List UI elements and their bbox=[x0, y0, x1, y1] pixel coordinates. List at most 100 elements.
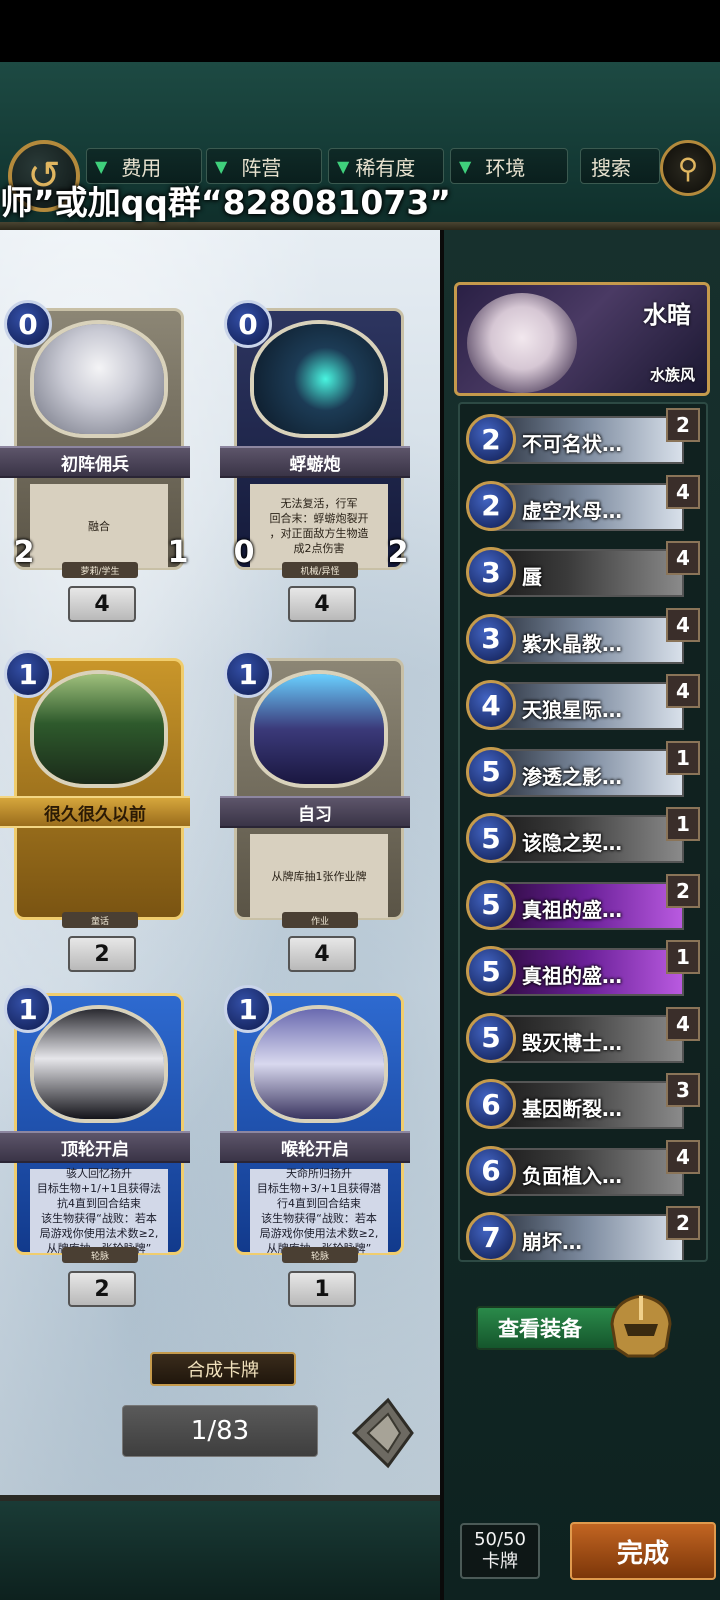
craft-card-label: 合成卡牌 bbox=[187, 1360, 259, 1381]
deck-item-cost: 6 bbox=[466, 1145, 516, 1196]
card-name: 很久很久以前 bbox=[0, 796, 190, 828]
deck-list-item[interactable]: 4 天狼星际… 4 bbox=[466, 674, 700, 732]
deck-count-value: 50/50 bbox=[474, 1529, 526, 1550]
view-equipment-label: 查看装备 bbox=[498, 1317, 582, 1341]
page-indicator-text: 1/83 bbox=[190, 1416, 250, 1446]
card-owned-count: 2 bbox=[68, 936, 136, 972]
card-cost: 1 bbox=[224, 985, 272, 1033]
deck-item-name: 真祖的盛… bbox=[522, 964, 622, 988]
deck-item-cost: 5 bbox=[466, 1012, 516, 1063]
done-button[interactable]: 完成 bbox=[570, 1522, 716, 1580]
deck-item-count: 2 bbox=[666, 408, 700, 442]
deck-list-item[interactable]: 6 基因断裂… 3 bbox=[466, 1073, 700, 1131]
card-health: 1 bbox=[167, 534, 189, 570]
deck-list-item[interactable]: 5 真祖的盛… 1 bbox=[466, 940, 700, 998]
card-art bbox=[250, 1005, 388, 1123]
deck-item-count: 1 bbox=[666, 740, 700, 775]
done-label: 完成 bbox=[616, 1538, 669, 1569]
deck-list-item[interactable]: 3蜃 4 bbox=[466, 541, 700, 599]
deck-item-cost: 5 bbox=[466, 879, 516, 930]
card-cost: 1 bbox=[4, 985, 52, 1033]
craft-card-button[interactable]: 合成卡牌 bbox=[150, 1352, 296, 1386]
deck-item-name: 虚空水母… bbox=[522, 498, 622, 523]
deck-item-count: 4 bbox=[666, 541, 700, 575]
deck-item-art-strip bbox=[488, 549, 684, 597]
deck-list-item[interactable]: 2 虚空水母… 4 bbox=[466, 474, 700, 533]
card-attack: 0 bbox=[233, 534, 255, 570]
dropdown-triangle-icon: ▼ bbox=[215, 156, 228, 176]
deck-list-item[interactable]: 6 负面植入… 4 bbox=[466, 1139, 700, 1198]
card-description: 天命所归扬升 目标生物+3/+1且获得潜 行4直到回合结束 该生物获得“战败：若… bbox=[250, 1167, 388, 1255]
card-art bbox=[30, 1005, 168, 1123]
card-art bbox=[250, 320, 388, 438]
card-description: 无法复活，行军 回合末：蜉蝣炮裂开 ，对正面敌方生物造 成2点伤害 bbox=[250, 484, 388, 568]
page-indicator: 1/83 bbox=[122, 1405, 318, 1457]
deck-list-item[interactable]: 5 渗透之影… 1 bbox=[466, 740, 700, 799]
scrolling-notice-text: 师”或加qq群“828081073” bbox=[0, 183, 451, 222]
filter-environment-button[interactable]: ▼ 环境 bbox=[450, 148, 568, 184]
deck-item-count: 2 bbox=[666, 1206, 700, 1240]
card-description: 从牌库抽1张作业牌 bbox=[250, 834, 388, 918]
card-name: 自习 bbox=[220, 796, 410, 828]
card-tribe-tag: 萝莉/学生 bbox=[62, 562, 138, 578]
collection-card[interactable]: 顶轮开启 骇人回忆扬升 目标生物+1/+1且获得法 抗4直到回合结束 该生物获得“… bbox=[0, 985, 190, 1307]
card-name: 蜉蝣炮 bbox=[220, 446, 410, 478]
deck-item-cost: 2 bbox=[466, 414, 516, 464]
card-cost: 0 bbox=[4, 300, 52, 348]
deck-item-count: 4 bbox=[666, 1006, 700, 1041]
card-tribe-tag: 轮脉 bbox=[62, 1247, 138, 1263]
deck-list-item[interactable]: 2 不可名状… 2 bbox=[466, 408, 700, 466]
deck-item-count: 4 bbox=[666, 674, 700, 708]
deck-card-list[interactable]: 2 不可名状… 2 2 虚空水母… 4 3 蜃 4 3 紫水晶教… 4 4 天狼星际… 4 5 渗透之影… 1 5 该… bbox=[458, 402, 708, 1262]
card-name: 初阵佣兵 bbox=[0, 446, 190, 478]
card-name: 喉轮开启 bbox=[220, 1131, 410, 1163]
deck-list-item[interactable]: 5 真祖的盛… 2 bbox=[466, 873, 700, 932]
dropdown-triangle-icon: ▼ bbox=[459, 156, 472, 176]
deck-list-item[interactable]: 3 紫水晶教… 4 bbox=[466, 607, 700, 666]
card-owned-count: 2 bbox=[68, 1271, 136, 1307]
deck-item-cost: 2 bbox=[466, 480, 516, 531]
search-icon[interactable]: ⚲ bbox=[660, 140, 716, 196]
deck-item-count: 1 bbox=[666, 940, 700, 974]
deck-item-name: 蜃 bbox=[522, 565, 542, 589]
deck-list-item[interactable]: 7 崩坏… 2 bbox=[466, 1206, 700, 1260]
card-description: 融合 bbox=[30, 484, 168, 568]
deck-item-name: 该隐之契… bbox=[522, 831, 622, 855]
dropdown-triangle-icon: ▼ bbox=[337, 156, 350, 176]
filter-environment-label: 环境 bbox=[485, 155, 526, 180]
deck-item-cost: 4 bbox=[466, 680, 516, 730]
collection-card[interactable]: 自习 从牌库抽1张作业牌 作业 1 4 bbox=[220, 650, 410, 972]
deck-item-cost: 5 bbox=[466, 946, 516, 996]
card-attack: 2 bbox=[13, 534, 35, 570]
deck-item-art-strip bbox=[488, 1214, 684, 1260]
card-description: 骇人回忆扬升 目标生物+1/+1且获得法 抗4直到回合结束 该生物获得“战败：若… bbox=[30, 1167, 168, 1255]
card-description bbox=[30, 834, 168, 918]
card-tribe-tag: 轮脉 bbox=[282, 1247, 358, 1263]
card-owned-count: 4 bbox=[68, 586, 136, 622]
deck-leader-portrait bbox=[467, 293, 577, 393]
bottom-bar-left bbox=[0, 1495, 440, 1600]
card-art bbox=[250, 670, 388, 788]
status-bar bbox=[0, 0, 720, 62]
deck-name: 水暗 bbox=[643, 301, 691, 329]
deck-item-count: 4 bbox=[666, 607, 700, 642]
deck-item-name: 负面植入… bbox=[522, 1163, 622, 1188]
deck-list-item[interactable]: 5 该隐之契… 1 bbox=[466, 807, 700, 865]
card-health: 2 bbox=[387, 534, 409, 570]
deck-header[interactable]: 水暗 水族风 bbox=[454, 282, 710, 396]
card-tribe-tag: 作业 bbox=[282, 912, 358, 928]
search-field[interactable]: 搜索 bbox=[580, 148, 660, 184]
deck-list-item[interactable]: 5 毁灭博士… 4 bbox=[466, 1006, 700, 1065]
deck-item-name: 天狼星际… bbox=[522, 698, 622, 722]
collection-card[interactable]: 喉轮开启天命所归扬升 目标生物+3/+1且获得潜 行4直到回合结束 该生物获得“… bbox=[220, 985, 410, 1307]
card-cost: 0 bbox=[224, 300, 272, 348]
next-page-icon[interactable] bbox=[350, 1394, 416, 1472]
collection-card[interactable]: 蜉蝣炮 无法复活，行军 回合末：蜉蝣炮裂开 ，对正面敌方生物造 成2点伤害 机械/异… bbox=[220, 300, 410, 622]
deck-item-name: 崩坏… bbox=[522, 1230, 582, 1254]
card-owned-count: 4 bbox=[288, 586, 356, 622]
card-tribe-tag: 童话 bbox=[62, 912, 138, 928]
collection-card[interactable]: 很久很久以前 童话 1 2 bbox=[0, 650, 190, 972]
search-label: 搜索 bbox=[591, 155, 631, 180]
collection-card[interactable]: 初阵佣兵融合 萝莉/学生 0 2 1 4 bbox=[0, 300, 190, 622]
deck-item-count: 3 bbox=[666, 1073, 700, 1107]
